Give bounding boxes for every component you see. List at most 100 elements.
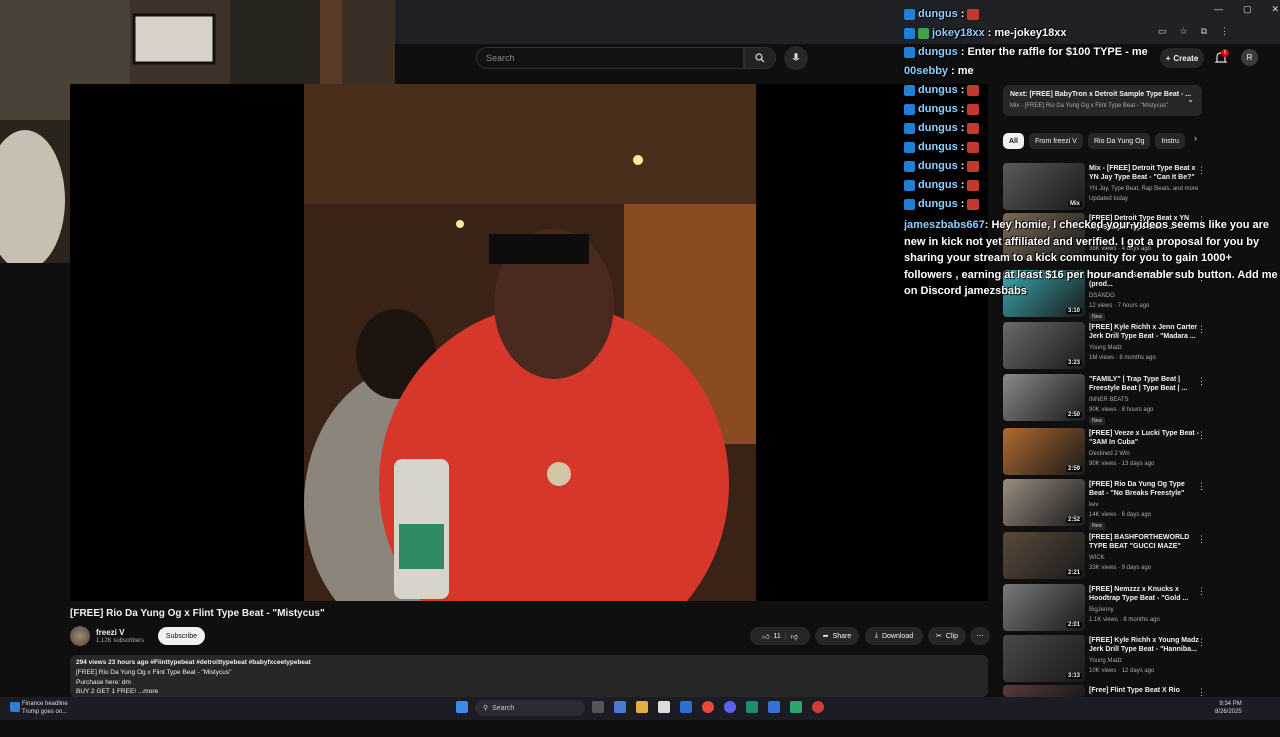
file-explorer-icon[interactable] — [636, 701, 648, 713]
video-stats: 12 views · 7 hours ago — [1089, 303, 1150, 309]
video-thumbnail[interactable] — [1003, 685, 1085, 697]
taskbar-search[interactable]: ⚲ Search — [475, 700, 585, 716]
search-input[interactable]: Search — [476, 47, 744, 69]
channel-name[interactable]: Young Madz — [1089, 656, 1122, 666]
more-icon[interactable]: ⋮ — [1197, 324, 1206, 335]
chat-message: dungus: — [904, 179, 980, 191]
chat-username: dungus — [918, 122, 958, 134]
video-title[interactable]: [FREE] Veeze x Lucki Type Beat - "3AM In… — [1089, 429, 1199, 447]
chat-username: jameszbabs667 — [904, 219, 985, 231]
video-title[interactable]: Mix - [FREE] Detroit Type Beat x YN Jay … — [1089, 164, 1199, 182]
video-title[interactable]: [Free] Flint Type Beat X Rio — [1089, 686, 1199, 695]
channel-name[interactable]: freezi V — [96, 628, 124, 637]
discord-icon[interactable] — [724, 701, 736, 713]
search-icon — [755, 53, 765, 63]
recommended-video[interactable]: Mix Mix - [FREE] Detroit Type Beat x YN J… — [1003, 163, 1213, 215]
app-icon[interactable] — [812, 701, 824, 713]
account-avatar[interactable]: R — [1241, 49, 1258, 66]
chat-text: : — [960, 198, 965, 210]
clip-button[interactable]: ✂ Clip — [928, 627, 966, 645]
thumbs-up-icon[interactable]: 👍︎ — [762, 632, 769, 641]
chip-rio-da-yung-og[interactable]: Rio Da Yung Og — [1087, 133, 1151, 149]
chevron-down-icon[interactable]: ⌄ — [1187, 95, 1194, 104]
chip-instrumental[interactable]: Instru — [1155, 133, 1185, 149]
emote-icon — [967, 160, 980, 172]
channel-name[interactable]: BigJenny — [1089, 605, 1114, 615]
more-icon[interactable]: ⋮ — [1197, 586, 1206, 597]
recommended-video[interactable]: 2:50 "FAMILY" | Trap Type Beat | Freestyl… — [1003, 374, 1213, 426]
recommended-video[interactable]: 2:52 [FREE] Rio Da Yung Og Type Beat - "N… — [1003, 479, 1213, 531]
chip-all[interactable]: All — [1003, 133, 1024, 149]
copilot-icon[interactable] — [614, 701, 626, 713]
video-thumbnail[interactable]: 2:21 — [1003, 532, 1085, 579]
video-title[interactable]: [FREE] BASHFORTHEWORLD TYPE BEAT "GUCCI … — [1089, 533, 1199, 551]
create-button[interactable]: + Create — [1160, 48, 1204, 68]
channel-name[interactable]: Destined 2 Win — [1089, 449, 1130, 459]
more-actions-button[interactable]: ⋯ — [970, 627, 990, 645]
video-thumbnail[interactable]: 2:52 — [1003, 479, 1085, 526]
video-thumbnail[interactable]: Mix — [1003, 163, 1085, 210]
channel-avatar[interactable] — [70, 626, 90, 646]
video-thumbnail[interactable]: 2:01 — [1003, 584, 1085, 631]
chat-message: dungus: — [904, 141, 980, 153]
like-dislike-button[interactable]: 👍︎ 11 | 👎︎ — [750, 627, 810, 645]
download-button[interactable]: ⤓ Download — [865, 627, 923, 645]
share-button[interactable]: ➦ Share — [815, 627, 859, 645]
subscribe-button[interactable]: Subscribe — [158, 627, 205, 645]
video-title[interactable]: [FREE] Rio Da Yung Og Type Beat - "No Br… — [1089, 480, 1199, 498]
more-icon[interactable]: ⋮ — [1197, 637, 1206, 648]
minimize-icon[interactable]: — — [1214, 4, 1223, 15]
channel-name[interactable]: INNER BEATS — [1089, 395, 1129, 405]
menu-icon[interactable]: ⋮ — [1220, 26, 1229, 37]
video-thumbnail[interactable]: 3:13 — [1003, 635, 1085, 682]
task-view-icon[interactable] — [592, 701, 604, 713]
extensions-icon[interactable]: ⧉ — [1201, 26, 1207, 37]
video-thumbnail[interactable]: 2:50 — [1003, 374, 1085, 421]
video-thumbnail[interactable]: 2:59 — [1003, 428, 1085, 475]
chat-username: dungus — [918, 84, 958, 96]
description-box[interactable]: 294 views 23 hours ago #Flinttypebeat #d… — [70, 655, 988, 697]
cast-icon[interactable]: ▭ — [1158, 26, 1167, 37]
recommended-video[interactable]: 3:23 [FREE] Kyle Richh x Jenn Carter Jerk… — [1003, 322, 1213, 374]
thumbs-down-icon[interactable]: 👎︎ — [791, 632, 798, 641]
more-icon[interactable]: ⋮ — [1197, 165, 1206, 176]
more-icon[interactable]: ⋮ — [1197, 481, 1206, 492]
taskbar-news-widget[interactable]: Finance headline Trump goes on... — [22, 700, 68, 716]
channel-name[interactable]: YN Jay, Type Beat, Rap Beats, and more — [1089, 184, 1198, 194]
tv-screen — [132, 13, 216, 65]
duration-badge: 2:01 — [1065, 622, 1082, 628]
more-icon[interactable]: ⋮ — [1197, 534, 1206, 545]
store-icon[interactable] — [658, 701, 670, 713]
channel-name[interactable]: Young Madz — [1089, 343, 1122, 353]
taskbar-clock[interactable]: 9:34 PM 8/26/2025 — [1215, 700, 1242, 716]
weather-icon[interactable] — [10, 702, 20, 712]
chip-from-channel[interactable]: From freezi V — [1028, 133, 1083, 149]
maximize-icon[interactable]: ▢ — [1243, 4, 1252, 15]
mail-icon[interactable] — [680, 701, 692, 713]
app-icon[interactable] — [746, 701, 758, 713]
video-title[interactable]: "FAMILY" | Trap Type Beat | Freestyle Be… — [1089, 375, 1199, 393]
channel-name[interactable]: kev — [1089, 500, 1098, 510]
chat-text: : — [960, 122, 965, 134]
voice-search-button[interactable] — [784, 46, 808, 70]
more-icon[interactable]: ⋮ — [1197, 376, 1206, 387]
recommended-video[interactable]: 2:01 [FREE] Nemzzz x Knucks x Hoodtrap Ty… — [1003, 584, 1213, 636]
video-title[interactable]: [FREE] Kyle Richh x Young Madz Jerk Dril… — [1089, 636, 1199, 654]
search-button[interactable] — [744, 47, 776, 69]
up-next-card[interactable]: Next: [FREE] BabyTron x Detroit Sample T… — [1003, 85, 1202, 116]
bookmark-star-icon[interactable]: ☆ — [1180, 26, 1188, 37]
more-icon[interactable]: ⋮ — [1197, 430, 1206, 441]
app-icon[interactable] — [790, 701, 802, 713]
video-title[interactable]: [FREE] Kyle Richh x Jenn Carter Jerk Dri… — [1089, 323, 1199, 341]
channel-name[interactable]: WICK — [1089, 553, 1105, 563]
close-icon[interactable]: ✕ — [1272, 4, 1280, 15]
video-title[interactable]: [FREE] Nemzzz x Knucks x Hoodtrap Type B… — [1089, 585, 1199, 603]
recommended-video[interactable]: 2:21 [FREE] BASHFORTHEWORLD TYPE BEAT "GU… — [1003, 532, 1213, 584]
recommended-video[interactable]: 2:59 [FREE] Veeze x Lucki Type Beat - "3A… — [1003, 428, 1213, 480]
app-icon[interactable] — [768, 701, 780, 713]
video-thumbnail[interactable]: 3:23 — [1003, 322, 1085, 369]
recommended-video[interactable]: 3:13 [FREE] Kyle Richh x Young Madz Jerk … — [1003, 635, 1213, 687]
chevron-right-icon[interactable]: › — [1190, 133, 1197, 149]
windows-start-icon[interactable] — [456, 701, 468, 713]
chrome-icon[interactable] — [702, 701, 714, 713]
